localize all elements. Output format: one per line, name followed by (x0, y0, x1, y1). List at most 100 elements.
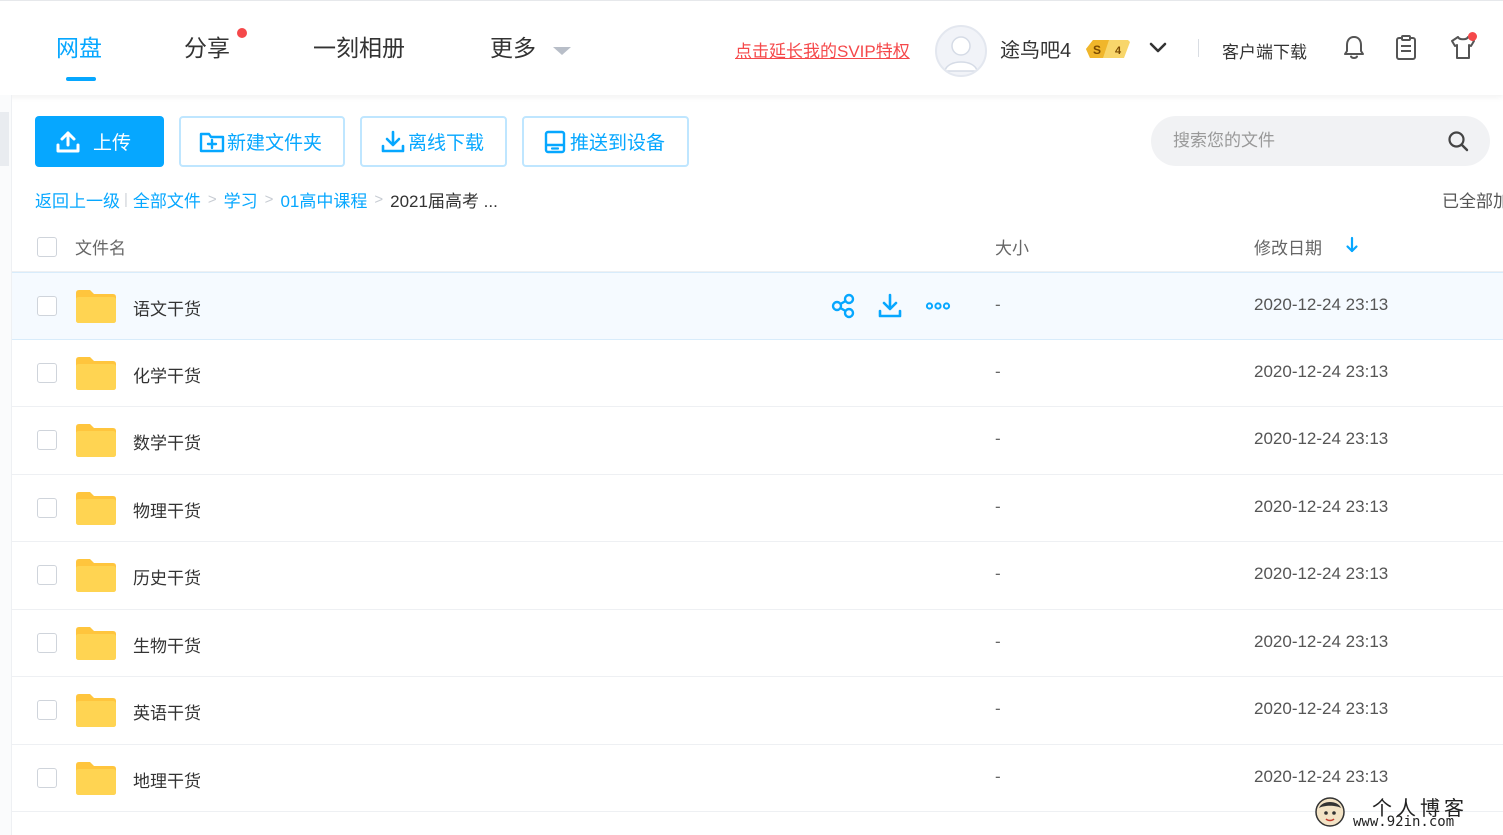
file-name[interactable]: 地理干货 (133, 767, 201, 792)
row-checkbox[interactable] (37, 565, 57, 585)
folder-icon (76, 424, 116, 457)
row-checkbox[interactable] (37, 767, 57, 788)
file-row[interactable]: 生物干货 - 2020-12-24 23:13 (12, 610, 1503, 677)
new-folder-button[interactable]: 新建文件夹 (179, 116, 345, 167)
tab-moment-album[interactable]: 一刻相册 (313, 31, 405, 65)
username[interactable]: 途鸟吧4 (1000, 34, 1071, 63)
file-name[interactable]: 化学干货 (133, 362, 201, 387)
upload-button[interactable]: 上传 (35, 116, 164, 167)
file-row[interactable]: 化学干货 - 2020-12-24 23:13 (12, 340, 1503, 407)
blog-watermark: 个人博客 www.92in.com (1310, 790, 1500, 835)
file-modified-date: 2020-12-24 23:13 (1254, 429, 1389, 448)
column-header-date[interactable]: 修改日期 (1254, 234, 1322, 259)
clipboard-icon[interactable] (1392, 33, 1420, 61)
share-icon[interactable] (830, 293, 856, 319)
client-download-link[interactable]: 客户端下载 (1222, 38, 1307, 63)
blog-logo-icon (1315, 797, 1345, 827)
file-size: - (995, 699, 1001, 718)
file-modified-date: 2020-12-24 23:13 (1254, 361, 1389, 381)
file-row[interactable]: 历史干货 - 2020-12-24 23:13 (12, 542, 1503, 610)
folder-icon (76, 694, 116, 727)
search-icon[interactable] (1447, 130, 1469, 152)
column-header-size[interactable]: 大小 (995, 234, 1029, 259)
file-row[interactable]: 语文干货 - 2020-12-24 23:13 (12, 272, 1503, 340)
share-notification-dot (237, 28, 247, 38)
row-checkbox[interactable] (37, 700, 57, 720)
file-row[interactable]: 地理干货 - 2020-12-24 23:13 (12, 745, 1503, 812)
sidebar-collapse-handle[interactable] (0, 112, 9, 166)
load-status: 已全部加载 (1442, 192, 1503, 211)
more-caret-icon[interactable] (553, 47, 571, 55)
breadcrumb-all-files[interactable]: 全部文件 (133, 187, 201, 212)
more-options-icon[interactable] (925, 293, 951, 319)
file-size: - (995, 496, 1001, 516)
file-row[interactable]: 数学干货 - 2020-12-24 23:13 (12, 407, 1503, 475)
breadcrumb: 返回上一级 | 全部文件 > 学习 > 01高中课程 > 2021届高考 ... (35, 187, 498, 212)
device-icon (544, 130, 566, 153)
divider (1198, 39, 1199, 57)
svg-text:4: 4 (1115, 45, 1122, 57)
avatar-placeholder-icon (944, 36, 978, 72)
svip-level-badge-icon: S 4 (1086, 40, 1130, 58)
watermark-url: www.92in.com (1353, 814, 1455, 830)
new-folder-icon (199, 132, 225, 152)
file-size: - (995, 295, 1001, 314)
tab-netdisk[interactable]: 网盘 (56, 31, 102, 65)
left-sidebar-edge (0, 95, 12, 835)
offline-download-label: 离线下载 (408, 133, 485, 154)
bell-icon[interactable] (1340, 33, 1368, 61)
file-size: - (995, 766, 1001, 786)
user-avatar[interactable] (935, 25, 987, 77)
folder-icon (76, 559, 116, 592)
file-modified-date: 2020-12-24 23:13 (1254, 699, 1389, 718)
breadcrumb-separator: > (207, 191, 217, 208)
row-checkbox[interactable] (37, 362, 57, 383)
push-to-device-button[interactable]: 推送到设备 (522, 116, 689, 167)
breadcrumb-separator: > (374, 191, 384, 208)
folder-icon (76, 761, 116, 795)
top-navigation-bar: 网盘 分享 一刻相册 更多 点击延长我的SVIP特权 途鸟吧4 S 4 客户端下… (0, 0, 1503, 95)
search-input[interactable] (1173, 128, 1443, 154)
breadcrumb-back-link[interactable]: 返回上一级 (35, 187, 120, 212)
user-menu-chevron-down-icon[interactable] (1147, 37, 1169, 59)
upload-icon (56, 131, 80, 152)
row-checkbox[interactable] (37, 632, 57, 653)
breadcrumb-study[interactable]: 学习 (224, 187, 258, 212)
file-modified-date: 2020-12-24 23:13 (1254, 295, 1389, 314)
file-name[interactable]: 数学干货 (133, 429, 201, 454)
breadcrumb-current-folder: 2021届高考 ... (390, 192, 498, 211)
folder-icon (76, 356, 116, 390)
file-modified-date: 2020-12-24 23:13 (1254, 496, 1389, 516)
file-name[interactable]: 物理干货 (133, 497, 201, 522)
skin-notification-dot (1468, 32, 1477, 41)
file-size: - (995, 429, 1001, 448)
breadcrumb-separator: > (264, 191, 274, 208)
svip-extend-link[interactable]: 点击延长我的SVIP特权 (735, 37, 910, 62)
folder-icon (76, 491, 116, 525)
file-name[interactable]: 语文干货 (133, 295, 201, 320)
file-name[interactable]: 生物干货 (133, 632, 201, 657)
breadcrumb-divider: | (124, 191, 128, 208)
file-modified-date: 2020-12-24 23:13 (1254, 564, 1389, 583)
tab-more[interactable]: 更多 (490, 31, 536, 65)
svg-text:S: S (1093, 43, 1101, 57)
file-table-header: 文件名 大小 修改日期 (12, 220, 1503, 272)
file-row[interactable]: 物理干货 - 2020-12-24 23:13 (12, 475, 1503, 542)
upload-label: 上传 (93, 133, 132, 154)
select-all-checkbox[interactable] (37, 237, 57, 257)
tab-share[interactable]: 分享 (184, 31, 230, 65)
sort-descending-arrow-icon[interactable] (1345, 236, 1359, 254)
row-checkbox[interactable] (37, 497, 57, 518)
file-modified-date: 2020-12-24 23:13 (1254, 631, 1389, 651)
row-checkbox[interactable] (37, 430, 57, 450)
file-list: 语文干货 - 2020-12-24 23:13 化学干货 - 2020-12-24 23:… (12, 272, 1503, 812)
offline-download-button[interactable]: 离线下载 (360, 116, 507, 167)
file-row[interactable]: 英语干货 - 2020-12-24 23:13 (12, 677, 1503, 745)
new-folder-label: 新建文件夹 (227, 133, 323, 154)
row-checkbox[interactable] (37, 296, 57, 316)
download-icon[interactable] (877, 293, 903, 319)
file-name[interactable]: 英语干货 (133, 699, 201, 724)
file-name[interactable]: 历史干货 (133, 564, 201, 589)
breadcrumb-high-school-course[interactable]: 01高中课程 (280, 187, 367, 212)
column-header-name[interactable]: 文件名 (75, 234, 126, 259)
